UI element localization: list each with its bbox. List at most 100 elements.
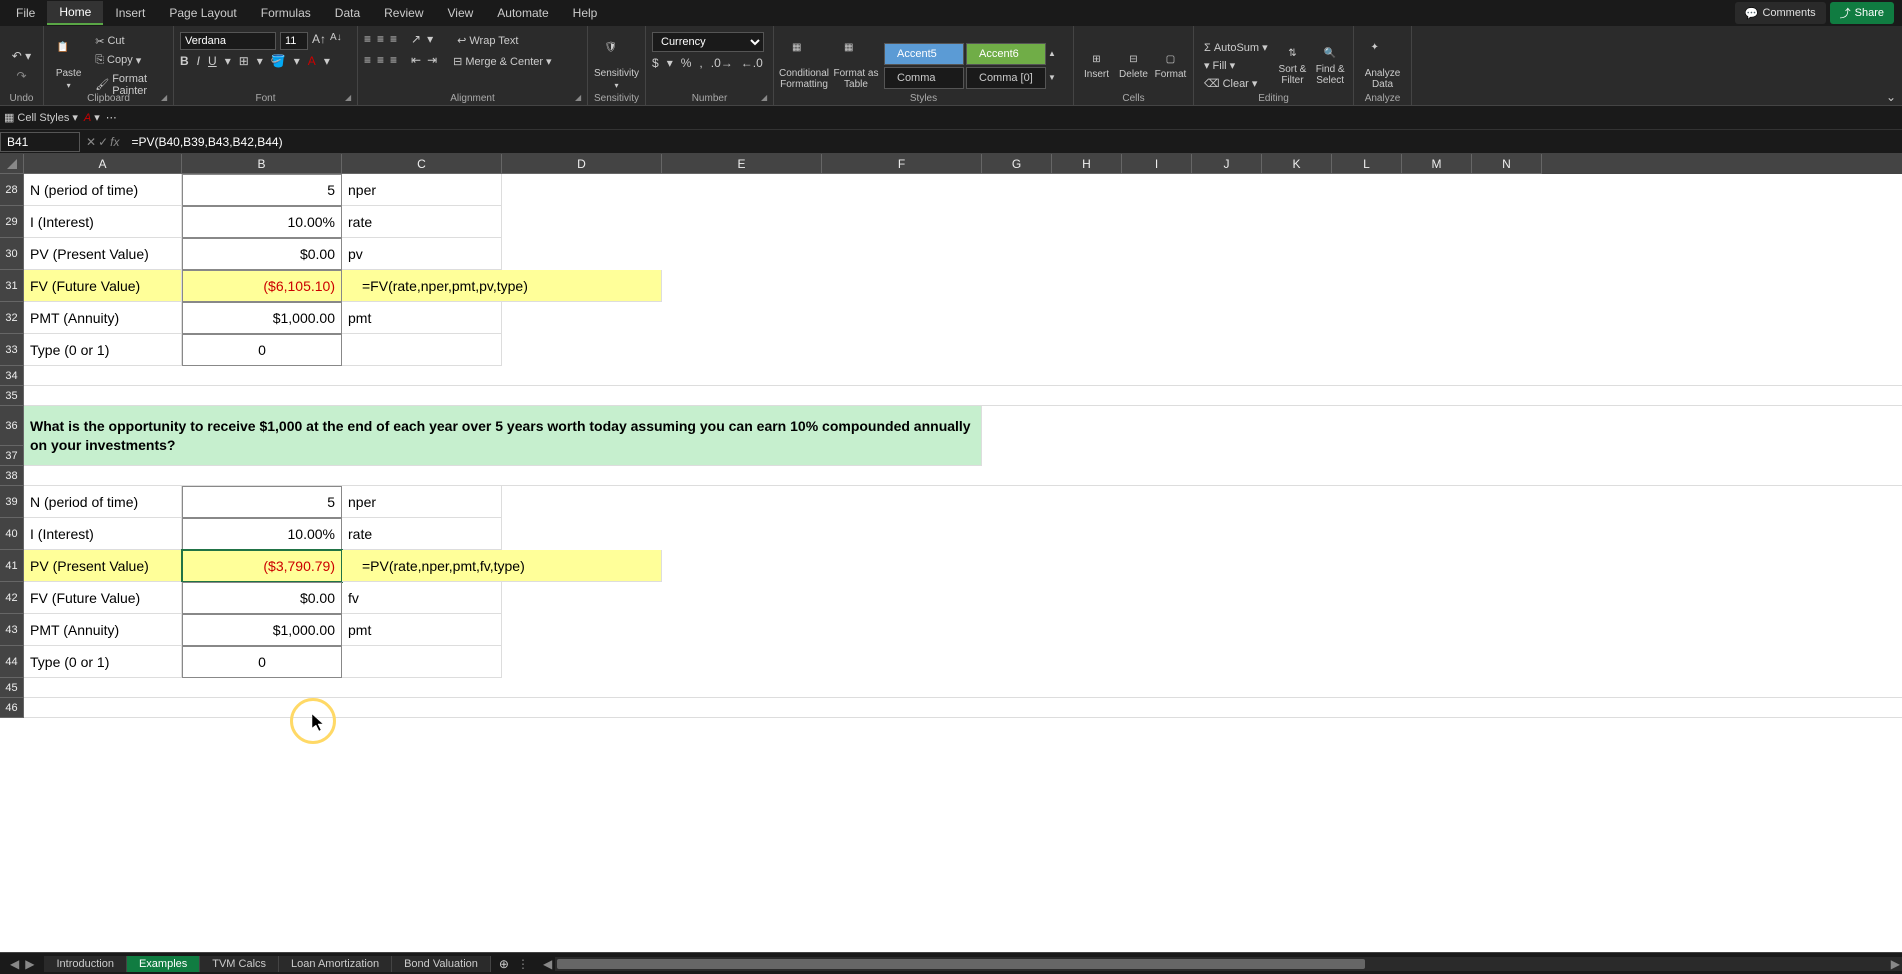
col-header-I[interactable]: I <box>1122 154 1192 174</box>
style-up-button[interactable]: ▲ <box>1048 49 1056 58</box>
tab-automate[interactable]: Automate <box>485 2 560 24</box>
cell-B33[interactable]: 0 <box>182 334 342 366</box>
scroll-left-button[interactable]: ◀ <box>543 957 552 971</box>
currency-button[interactable]: $ <box>652 56 659 70</box>
cell-C42[interactable]: fv <box>342 582 502 614</box>
col-header-C[interactable]: C <box>342 154 502 174</box>
sheet-tab-loan-amortization[interactable]: Loan Amortization <box>279 956 392 972</box>
delete-cells-button[interactable]: ⊟Delete <box>1117 36 1150 96</box>
cell-C32[interactable]: pmt <box>342 302 502 334</box>
cell-A29[interactable]: I (Interest) <box>24 206 182 238</box>
col-header-A[interactable]: A <box>24 154 182 174</box>
row-header-30[interactable]: 30 <box>0 238 24 270</box>
cell-C30[interactable]: pv <box>342 238 502 270</box>
font-name-input[interactable] <box>180 32 276 50</box>
cell-A40[interactable]: I (Interest) <box>24 518 182 550</box>
find-select-button[interactable]: 🔍Find & Select <box>1313 36 1347 96</box>
tab-data[interactable]: Data <box>323 2 372 24</box>
collapse-ribbon-button[interactable]: ⌄ <box>1886 90 1896 104</box>
cell-B44[interactable]: 0 <box>182 646 342 678</box>
font-color-button[interactable]: A <box>308 54 316 68</box>
clear-button[interactable]: ⌫Clear ▾ <box>1200 75 1272 92</box>
cell-A32[interactable]: PMT (Annuity) <box>24 302 182 334</box>
col-header-D[interactable]: D <box>502 154 662 174</box>
border-button[interactable]: ⊞ <box>239 54 249 68</box>
col-header-B[interactable]: B <box>182 154 342 174</box>
share-button[interactable]: ⤴ Share <box>1830 2 1894 24</box>
cell-A30[interactable]: PV (Present Value) <box>24 238 182 270</box>
style-comma0[interactable]: Comma [0] <box>966 67 1046 89</box>
cell-B29[interactable]: 10.00% <box>182 206 342 238</box>
cell-row-46[interactable] <box>24 698 1902 718</box>
cell-B43[interactable]: $1,000.00 <box>182 614 342 646</box>
alignment-launcher[interactable]: ◢ <box>575 93 585 103</box>
cell-C33[interactable] <box>342 334 502 366</box>
align-middle-button[interactable]: ≡ <box>377 32 384 49</box>
cell-C41[interactable]: =PV(rate,nper,pmt,fv,type) <box>342 550 662 582</box>
align-center-button[interactable]: ≡ <box>377 53 384 70</box>
fill-color-button[interactable]: 🪣 <box>271 54 286 68</box>
number-launcher[interactable]: ◢ <box>761 93 771 103</box>
col-header-H[interactable]: H <box>1052 154 1122 174</box>
sheet-tab-bond-valuation[interactable]: Bond Valuation <box>392 956 491 972</box>
undo-button[interactable]: ↶ ▾ <box>12 49 31 63</box>
sensitivity-button[interactable]: 🛡Sensitivity▾ <box>594 36 639 96</box>
format-cells-button[interactable]: ▢Format <box>1154 36 1187 96</box>
cell-B32[interactable]: $1,000.00 <box>182 302 342 334</box>
font-launcher[interactable]: ◢ <box>345 93 355 103</box>
cell-row-38[interactable] <box>24 466 1902 486</box>
align-left-button[interactable]: ≡ <box>364 53 371 70</box>
cell-B28[interactable]: 5 <box>182 174 342 206</box>
cell-C44[interactable] <box>342 646 502 678</box>
cell-A43[interactable]: PMT (Annuity) <box>24 614 182 646</box>
conditional-formatting-button[interactable]: ▦Conditional Formatting <box>780 36 828 96</box>
inc-decimal-button[interactable]: .0→ <box>711 56 733 70</box>
autosum-button[interactable]: ΣAutoSum ▾ <box>1200 39 1272 56</box>
accept-formula-button[interactable]: ✓ <box>98 135 108 149</box>
row-header-41[interactable]: 41 <box>0 550 24 582</box>
row-header-37[interactable]: 37 <box>0 446 24 466</box>
cell-A39[interactable]: N (period of time) <box>24 486 182 518</box>
cell-B30[interactable]: $0.00 <box>182 238 342 270</box>
font-size-input[interactable] <box>280 32 308 50</box>
cell-B40[interactable]: 10.00% <box>182 518 342 550</box>
sheet-nav-next[interactable]: ▶ <box>25 957 34 971</box>
dec-decimal-button[interactable]: ←.0 <box>741 56 763 70</box>
analyze-data-button[interactable]: ✦Analyze Data <box>1360 36 1405 96</box>
font-color-qa-button[interactable]: A ▾ <box>84 111 100 124</box>
row-header-38[interactable]: 38 <box>0 466 24 486</box>
cell-row-45[interactable] <box>24 678 1902 698</box>
style-comma[interactable]: Comma <box>884 67 964 89</box>
percent-button[interactable]: % <box>681 56 692 70</box>
decrease-font-button[interactable]: A↓ <box>330 32 342 50</box>
align-top-button[interactable]: ≡ <box>364 32 371 49</box>
row-header-39[interactable]: 39 <box>0 486 24 518</box>
tab-file[interactable]: File <box>4 2 47 24</box>
col-header-N[interactable]: N <box>1472 154 1542 174</box>
style-accent5[interactable]: Accent5 <box>884 43 964 65</box>
bold-button[interactable]: B <box>180 54 189 68</box>
row-header-46[interactable]: 46 <box>0 698 24 718</box>
tab-page-layout[interactable]: Page Layout <box>157 2 248 24</box>
col-header-M[interactable]: M <box>1402 154 1472 174</box>
col-header-K[interactable]: K <box>1262 154 1332 174</box>
cell-A42[interactable]: FV (Future Value) <box>24 582 182 614</box>
name-box[interactable] <box>0 132 80 152</box>
insert-cells-button[interactable]: ⊞Insert <box>1080 36 1113 96</box>
cell-B39[interactable]: 5 <box>182 486 342 518</box>
tab-help[interactable]: Help <box>561 2 610 24</box>
tab-insert[interactable]: Insert <box>103 2 157 24</box>
cell-A41[interactable]: PV (Present Value) <box>24 550 182 582</box>
cell-B41[interactable]: ($3,790.79) <box>182 550 342 582</box>
scroll-thumb[interactable] <box>557 959 1365 969</box>
row-header-40[interactable]: 40 <box>0 518 24 550</box>
sort-filter-button[interactable]: ⇅Sort & Filter <box>1276 36 1310 96</box>
cancel-formula-button[interactable]: ✕ <box>86 135 96 149</box>
italic-button[interactable]: I <box>197 54 200 68</box>
tab-formulas[interactable]: Formulas <box>249 2 323 24</box>
sheet-tab-examples[interactable]: Examples <box>127 956 200 972</box>
cell-A36[interactable]: What is the opportunity to receive $1,00… <box>24 406 982 466</box>
row-header-32[interactable]: 32 <box>0 302 24 334</box>
style-down-button[interactable]: ▼ <box>1048 73 1056 82</box>
row-header-36[interactable]: 36 <box>0 406 24 446</box>
